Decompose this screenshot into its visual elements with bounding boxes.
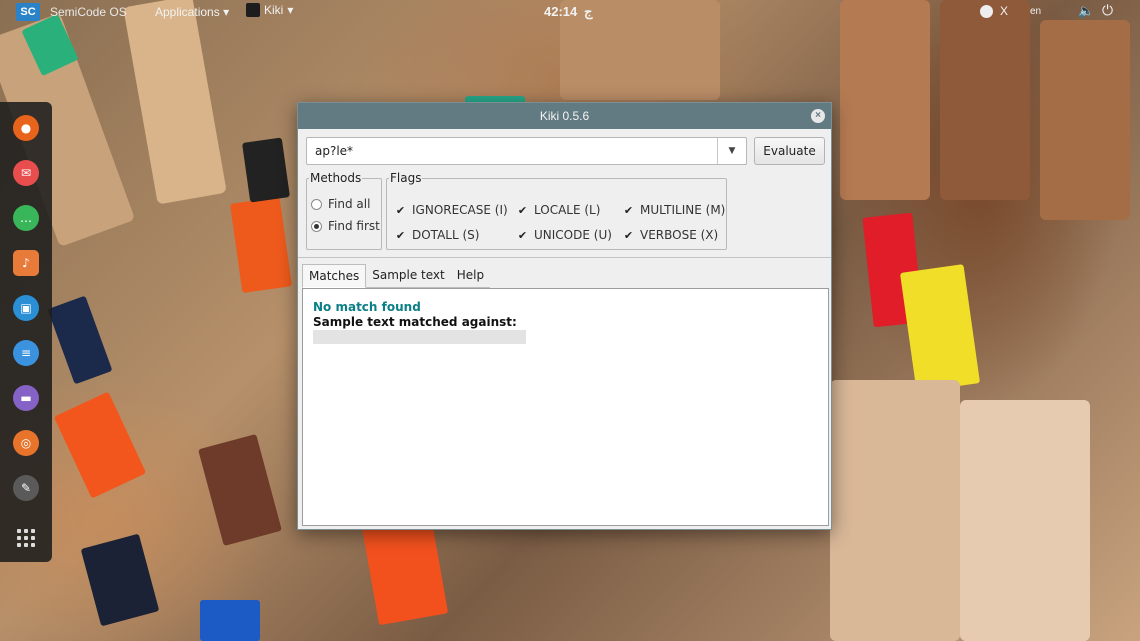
chevron-down-icon: ▾ xyxy=(223,5,230,19)
dotall-checkbox[interactable]: ✔ DOTALL (S) xyxy=(395,228,480,242)
top-panel: SC SemiCode OS Applications ▾ Kiki ▾ 42:… xyxy=(0,0,1140,24)
clock[interactable]: 42:14 xyxy=(544,4,577,19)
os-name-label[interactable]: SemiCode OS xyxy=(50,5,127,19)
unicode-checkbox[interactable]: ✔ UNICODE (U) xyxy=(517,228,612,242)
help-icon[interactable]: ◎ xyxy=(13,430,39,456)
power-icon[interactable]: ⏻ xyxy=(1102,2,1113,19)
find-all-radio[interactable]: Find all xyxy=(311,197,370,211)
checkmark-icon: ✔ xyxy=(623,203,634,217)
ignorecase-checkbox[interactable]: ✔ IGNORECASE (I) xyxy=(395,203,508,217)
matches-panel[interactable]: No match found Sample text matched again… xyxy=(302,288,829,526)
dotall-label: DOTALL (S) xyxy=(412,228,480,242)
checkmark-icon: ✔ xyxy=(623,228,634,242)
music-icon[interactable]: ♪ xyxy=(13,250,39,276)
wallpaper-pencil xyxy=(830,380,960,641)
tab-matches[interactable]: Matches xyxy=(302,264,367,288)
gimp-icon[interactable]: ✎ xyxy=(13,475,39,501)
clock-period: ج xyxy=(584,4,593,19)
chat-icon[interactable]: … xyxy=(13,205,39,231)
files-icon[interactable]: ▬ xyxy=(13,385,39,411)
wallpaper-pencil-tip xyxy=(242,137,290,203)
match-status: No match found xyxy=(313,300,421,314)
wallpaper-pencil xyxy=(940,0,1030,200)
find-all-label: Find all xyxy=(328,197,371,211)
evaluate-button[interactable]: Evaluate xyxy=(754,137,825,165)
os-logo-icon[interactable]: SC xyxy=(16,3,40,21)
wallpaper-pencil xyxy=(1040,20,1130,220)
close-icon[interactable]: × xyxy=(811,109,825,123)
find-first-radio[interactable]: Find first xyxy=(311,219,380,233)
firefox-icon[interactable]: ● xyxy=(13,115,39,141)
dock: ● ✉ … ♪ ▣ ≡ ▬ ◎ ✎ xyxy=(0,102,52,562)
minus-circle-icon[interactable] xyxy=(980,5,993,18)
window-title: Kiki 0.5.6 xyxy=(539,109,590,123)
find-first-label: Find first xyxy=(328,219,380,233)
kiki-window: Kiki 0.5.6 × ▼ Evaluate Methods Find all… xyxy=(297,102,832,530)
ignorecase-label: IGNORECASE (I) xyxy=(412,203,508,217)
app-grid-icon[interactable] xyxy=(17,529,35,547)
wallpaper-pencil-tip xyxy=(198,433,282,547)
checkmark-icon: ✔ xyxy=(395,203,406,217)
regex-combobox[interactable]: ▼ xyxy=(306,137,747,165)
volume-icon[interactable]: 🔈 xyxy=(1078,3,1094,19)
divider xyxy=(298,257,831,258)
kiki-app-icon xyxy=(246,3,260,17)
methods-legend: Methods xyxy=(310,171,362,185)
tab-sample-text[interactable]: Sample text xyxy=(366,264,451,288)
wallpaper-pencil-tip xyxy=(361,514,449,626)
wallpaper-pencil xyxy=(840,0,930,200)
locale-label: LOCALE (L) xyxy=(534,203,601,217)
wallpaper-pencil-tip xyxy=(53,391,147,499)
sample-text-heading: Sample text matched against: xyxy=(313,315,517,329)
wallpaper-pencil xyxy=(960,400,1090,641)
applications-menu-label: Applications xyxy=(155,5,220,19)
flags-legend: Flags xyxy=(390,171,422,185)
applications-menu[interactable]: Applications ▾ xyxy=(155,5,229,19)
checkmark-icon: ✔ xyxy=(395,228,406,242)
wallpaper-pencil-tip xyxy=(229,196,293,294)
methods-group: Methods Find all Find first xyxy=(306,171,382,250)
regex-input[interactable] xyxy=(307,138,717,164)
wallpaper-pencil xyxy=(123,0,227,205)
verbose-checkbox[interactable]: ✔ VERBOSE (X) xyxy=(623,228,718,242)
mail-icon[interactable]: ✉ xyxy=(13,160,39,186)
sample-text-block xyxy=(313,330,526,344)
tab-help[interactable]: Help xyxy=(450,264,491,288)
multiline-label: MULTILINE (M) xyxy=(640,203,726,217)
checkmark-icon: ✔ xyxy=(517,203,528,217)
locale-checkbox[interactable]: ✔ LOCALE (L) xyxy=(517,203,601,217)
tray-x-label[interactable]: X xyxy=(1000,4,1008,18)
chevron-down-icon: ▾ xyxy=(287,3,294,17)
taskbar-item-label: Kiki xyxy=(264,3,284,17)
window-titlebar[interactable]: Kiki 0.5.6 × xyxy=(298,103,831,129)
chevron-down-icon[interactable]: ▼ xyxy=(717,138,746,164)
wallpaper-pencil-tip xyxy=(80,533,160,627)
docs-icon[interactable]: ≡ xyxy=(13,340,39,366)
radio-checked-icon xyxy=(311,220,322,232)
wallpaper-pencil-tip xyxy=(899,264,981,392)
taskbar-item-kiki[interactable]: Kiki ▾ xyxy=(246,3,293,17)
flags-group: Flags ✔ IGNORECASE (I) ✔ LOCALE (L) ✔ MU… xyxy=(386,171,727,250)
radio-unchecked-icon xyxy=(311,198,322,210)
multiline-checkbox[interactable]: ✔ MULTILINE (M) xyxy=(623,203,725,217)
wallpaper-pencil-tip xyxy=(47,295,113,385)
verbose-label: VERBOSE (X) xyxy=(640,228,719,242)
store-icon[interactable]: ▣ xyxy=(13,295,39,321)
wallpaper-pencil-tip xyxy=(200,600,260,641)
checkmark-icon: ✔ xyxy=(517,228,528,242)
tab-bar: Matches Sample text Help xyxy=(302,264,491,288)
keyboard-language-indicator[interactable]: en xyxy=(1030,6,1041,17)
unicode-label: UNICODE (U) xyxy=(534,228,612,242)
